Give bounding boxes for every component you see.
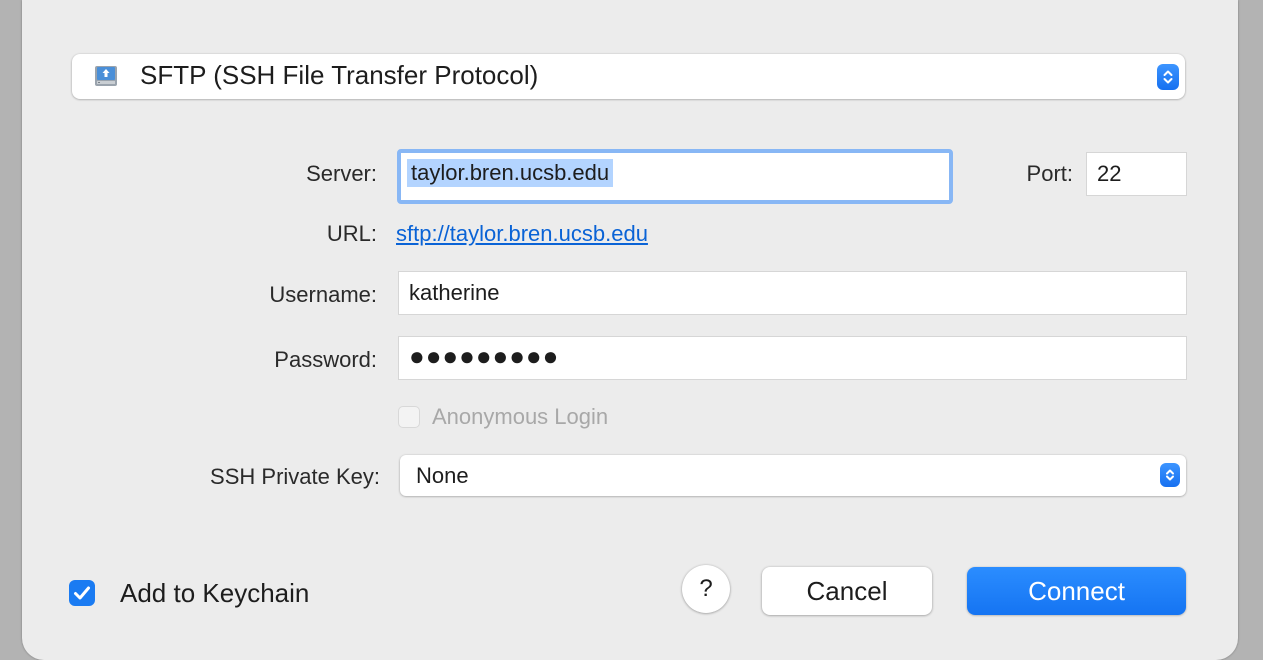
help-button[interactable]: ?: [682, 565, 730, 613]
checkmark-icon: [74, 586, 90, 600]
ssh-private-key-label: SSH Private Key:: [210, 464, 380, 489]
connect-button[interactable]: Connect: [967, 567, 1186, 615]
port-input[interactable]: 22: [1086, 152, 1187, 196]
ssh-private-key-popup[interactable]: None: [400, 455, 1186, 496]
server-value-selected: taylor.bren.ucsb.edu: [407, 159, 614, 187]
protocol-popup[interactable]: SFTP (SSH File Transfer Protocol): [72, 54, 1185, 99]
url-link[interactable]: sftp://taylor.bren.ucsb.edu: [396, 221, 648, 247]
password-dots: ●●●●●●●●●: [409, 341, 560, 371]
username-value: katherine: [409, 280, 500, 305]
protocol-label: SFTP (SSH File Transfer Protocol): [140, 60, 539, 90]
add-to-keychain-label: Add to Keychain: [120, 578, 310, 608]
username-input[interactable]: katherine: [398, 271, 1187, 315]
chevron-updown-icon: [1157, 64, 1179, 90]
url-label: URL:: [326, 221, 377, 246]
port-value: 22: [1097, 161, 1122, 186]
add-to-keychain-checkbox[interactable]: [69, 580, 95, 606]
password-label: Password:: [274, 347, 377, 372]
chevron-updown-icon: [1160, 463, 1180, 487]
port-label: Port:: [1026, 161, 1073, 186]
username-label: Username:: [269, 282, 377, 307]
server-label: Server:: [306, 161, 377, 186]
password-input[interactable]: ●●●●●●●●●: [398, 336, 1187, 380]
anonymous-login-checkbox[interactable]: [398, 406, 420, 428]
connection-dialog: SFTP (SSH File Transfer Protocol) Server…: [22, 0, 1238, 660]
network-drive-icon: [94, 64, 118, 88]
ssh-private-key-value: None: [416, 463, 469, 488]
server-input[interactable]: taylor.bren.ucsb.edu: [397, 149, 953, 204]
anonymous-login-label: Anonymous Login: [432, 404, 609, 429]
cancel-button[interactable]: Cancel: [762, 567, 932, 615]
